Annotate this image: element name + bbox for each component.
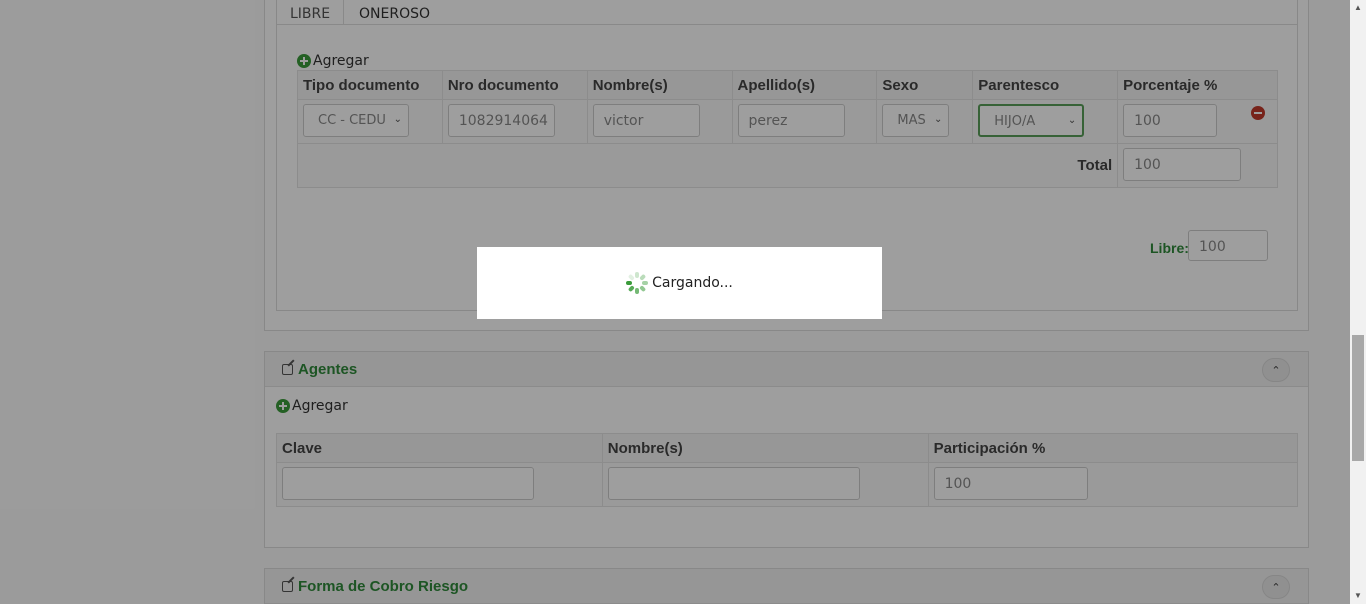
loading-overlay: Cargando... bbox=[0, 0, 1350, 604]
spinner-icon bbox=[626, 272, 649, 294]
scroll-down-arrow-icon[interactable]: ▼ bbox=[1350, 588, 1366, 604]
page: LIBRE ONEROSO Agregar Tipo documento Nro… bbox=[0, 0, 1350, 604]
loading-text: Cargando... bbox=[652, 275, 733, 291]
loading-dialog: Cargando... bbox=[477, 247, 882, 319]
page-scrollbar[interactable]: ▲ ▼ bbox=[1350, 0, 1366, 604]
scrollbar-thumb[interactable] bbox=[1352, 335, 1364, 461]
scroll-up-arrow-icon[interactable]: ▲ bbox=[1350, 0, 1366, 16]
